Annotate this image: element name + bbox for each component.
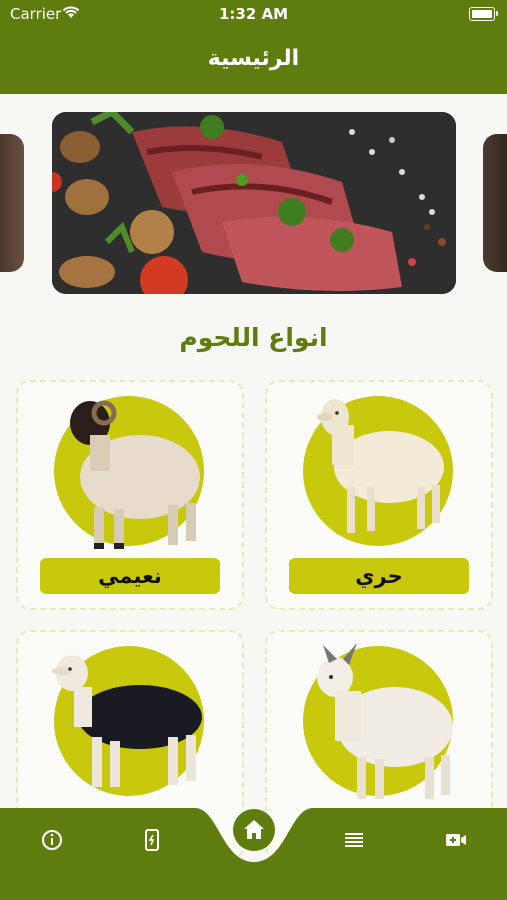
info-icon[interactable] [40,828,64,852]
card-label-button[interactable]: نعيمي [40,558,220,594]
status-time: 1:32 AM [218,5,289,23]
meat-card-naeimi[interactable]: نعيمي [16,380,244,610]
meat-steak-photo [52,112,456,294]
banner-slide-next[interactable] [483,134,507,272]
meat-card-harri[interactable]: حري [265,380,493,610]
list-icon[interactable] [342,828,366,852]
sheep-image [317,399,444,533]
home-button[interactable] [233,809,275,851]
goat-image [317,643,453,799]
battery-icon [469,7,498,21]
status-bar: Carrier 1:32 AM [0,0,507,28]
card-label-button[interactable]: حري [289,558,469,594]
phone-icon[interactable] [140,828,164,852]
section-title: انواع اللحوم [179,323,328,352]
banner-carousel[interactable] [0,112,507,296]
bottom-navigation [0,800,507,900]
banner-slide-prev[interactable] [0,134,24,272]
black-sheep-image [52,655,202,787]
video-icon[interactable] [444,828,468,852]
banner-slide-current[interactable] [52,112,456,294]
home-icon [244,820,264,839]
app-header: الرئيسية [0,28,507,94]
page-title: الرئيسية [207,46,300,71]
ram-image [70,400,200,549]
